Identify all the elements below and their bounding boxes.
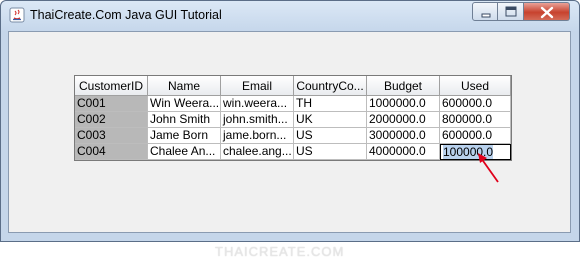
watermark-text: THAICREATE.COM <box>215 244 345 259</box>
app-window: ThaiCreate.Com Java GUI Tutorial Custome… <box>0 0 580 259</box>
minimize-icon <box>481 13 491 18</box>
customer-table[interactable]: CustomerID Name Email CountryCo... Budge… <box>74 75 512 161</box>
table-header: CustomerID Name Email CountryCo... Budge… <box>75 76 511 96</box>
cell-used[interactable]: 600000.0 <box>440 128 511 144</box>
cell-email[interactable]: john.smith... <box>221 112 294 128</box>
cell-name[interactable]: John Smith <box>148 112 221 128</box>
cell-name[interactable]: Chalee An... <box>148 144 221 160</box>
table-row[interactable]: C002 John Smith john.smith... UK 2000000… <box>75 112 511 128</box>
title-bar[interactable]: ThaiCreate.Com Java GUI Tutorial <box>1 1 579 31</box>
java-app-icon <box>9 7 25 23</box>
table-row[interactable]: C003 Jame Born jame.born... US 3000000.0… <box>75 128 511 144</box>
maximize-button[interactable] <box>498 2 524 21</box>
minimize-button[interactable] <box>472 2 498 21</box>
cell-used[interactable]: 600000.0 <box>440 96 511 112</box>
cell-name[interactable]: Win Weera... <box>148 96 221 112</box>
table-row[interactable]: C001 Win Weera... win.weera... TH 100000… <box>75 96 511 112</box>
table-row[interactable]: C004 Chalee An... chalee.ang... US 40000… <box>75 144 511 160</box>
close-icon <box>540 6 554 19</box>
cell-countrycode[interactable]: US <box>294 128 367 144</box>
cell-budget[interactable]: 1000000.0 <box>367 96 440 112</box>
header-customerid[interactable]: CustomerID <box>75 76 148 96</box>
cell-email[interactable]: jame.born... <box>221 128 294 144</box>
content-panel: CustomerID Name Email CountryCo... Budge… <box>8 31 571 259</box>
cell-customerid[interactable]: C002 <box>75 112 148 128</box>
red-arrow-icon <box>478 153 499 183</box>
cell-used[interactable]: 800000.0 <box>440 112 511 128</box>
maximize-icon <box>505 6 517 17</box>
cell-countrycode[interactable]: TH <box>294 96 367 112</box>
cell-customerid[interactable]: C003 <box>75 128 148 144</box>
window-title: ThaiCreate.Com Java GUI Tutorial <box>30 8 222 22</box>
header-countrycode[interactable]: CountryCo... <box>294 76 367 96</box>
cell-email[interactable]: chalee.ang... <box>221 144 294 160</box>
cell-name[interactable]: Jame Born <box>148 128 221 144</box>
header-used[interactable]: Used <box>440 76 511 96</box>
header-email[interactable]: Email <box>221 76 294 96</box>
header-name[interactable]: Name <box>148 76 221 96</box>
cell-customerid[interactable]: C001 <box>75 96 148 112</box>
cell-countrycode[interactable]: US <box>294 144 367 160</box>
cell-budget[interactable]: 3000000.0 <box>367 128 440 144</box>
cell-budget[interactable]: 4000000.0 <box>367 144 440 160</box>
cell-email[interactable]: win.weera... <box>221 96 294 112</box>
cell-countrycode[interactable]: UK <box>294 112 367 128</box>
close-button[interactable] <box>524 2 570 21</box>
header-budget[interactable]: Budget <box>367 76 440 96</box>
cell-budget[interactable]: 2000000.0 <box>367 112 440 128</box>
cell-customerid[interactable]: C004 <box>75 144 148 160</box>
